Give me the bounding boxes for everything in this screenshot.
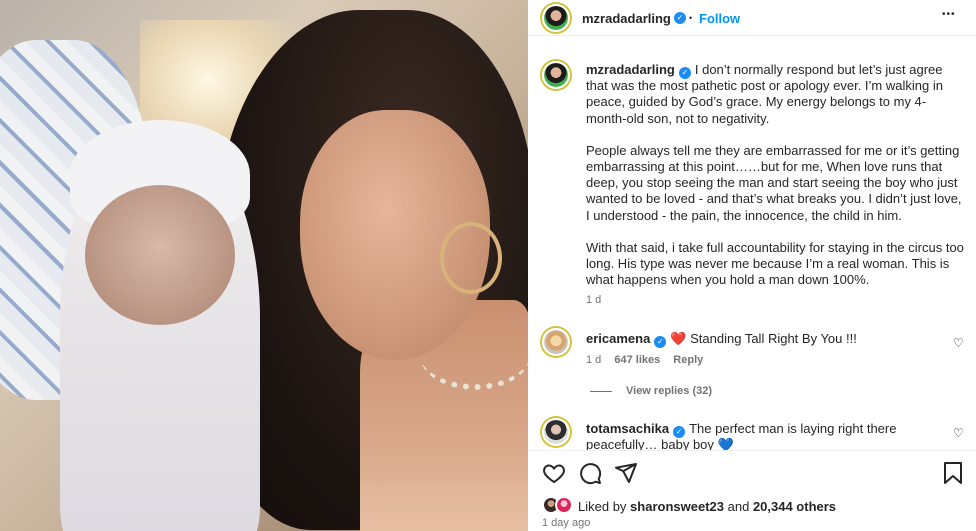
more-options-icon[interactable]: •••: [942, 9, 956, 20]
liked-by-and: and: [727, 499, 750, 514]
comment-like-heart-icon[interactable]: ♡: [953, 336, 964, 350]
comment-meta: 1 d 647 likes Reply: [586, 354, 713, 366]
comment-totamsachika: totamsachika ✓ The perfect man is laying r…: [586, 421, 926, 453]
comment-username[interactable]: ericamena: [586, 331, 650, 346]
verified-badge-icon: ✓: [678, 67, 691, 79]
commenter-avatar[interactable]: [542, 418, 570, 446]
post-panel: mzradadarling ✓ • Follow ••• mzradadarli…: [528, 0, 976, 531]
author-username[interactable]: mzradadarling: [582, 11, 671, 26]
verified-badge-icon: ✓: [654, 336, 667, 348]
separator-dot: •: [689, 13, 693, 23]
comment-ericamena: ericamena ✓ ❤️ Standing Tall Right By You …: [586, 331, 926, 348]
photo-earring: [440, 222, 502, 294]
save-bookmark-icon[interactable]: [942, 461, 964, 485]
view-replies-label: View replies (32): [626, 385, 713, 397]
post-caption: mzradadarling ✓ I don’t normally respond b…: [586, 62, 966, 288]
comment-username[interactable]: totamsachika: [586, 421, 669, 436]
photo-necklace: [420, 320, 528, 390]
reply-button[interactable]: Reply: [673, 354, 703, 366]
like-heart-icon[interactable]: [542, 461, 566, 485]
verified-badge-icon: ✓: [674, 12, 686, 24]
share-send-icon[interactable]: [614, 461, 638, 485]
caption-paragraph-2: People always tell me they are embarrass…: [586, 142, 962, 223]
liked-by-count[interactable]: 20,344 others: [753, 499, 836, 514]
caption-username[interactable]: mzradadarling: [586, 62, 675, 77]
liker-avatar[interactable]: [555, 496, 573, 514]
post-actions: Liked by sharonsweet23 and 20,344 others…: [528, 450, 976, 531]
caption-avatar[interactable]: [542, 61, 570, 89]
verified-badge-icon: ✓: [673, 426, 686, 438]
comment-like-heart-icon[interactable]: ♡: [953, 426, 964, 440]
comment-text: ❤️ Standing Tall Right By You !!!: [670, 331, 857, 346]
commenter-avatar[interactable]: [542, 328, 570, 356]
comment-bubble-icon[interactable]: [578, 461, 602, 485]
comment-likes[interactable]: 647 likes: [614, 354, 660, 366]
follow-button[interactable]: Follow: [699, 11, 740, 26]
photo-baby-face: [85, 185, 235, 325]
liked-by-user[interactable]: sharonsweet23: [630, 499, 724, 514]
view-replies-button[interactable]: View replies (32): [590, 385, 712, 397]
replies-divider: [590, 390, 612, 392]
post-time-ago[interactable]: 1 day ago: [542, 517, 590, 529]
post-photo[interactable]: [0, 0, 528, 531]
liked-by-prefix: Liked by: [578, 499, 627, 514]
caption-paragraph-3: With that said, i take full accountabili…: [586, 239, 964, 288]
caption-time[interactable]: 1 d: [586, 294, 601, 306]
post-header: mzradadarling ✓ • Follow •••: [528, 0, 976, 36]
liked-by-text: Liked by sharonsweet23 and 20,344 others: [578, 499, 836, 514]
comment-time[interactable]: 1 d: [586, 354, 601, 366]
author-avatar[interactable]: [542, 4, 570, 32]
